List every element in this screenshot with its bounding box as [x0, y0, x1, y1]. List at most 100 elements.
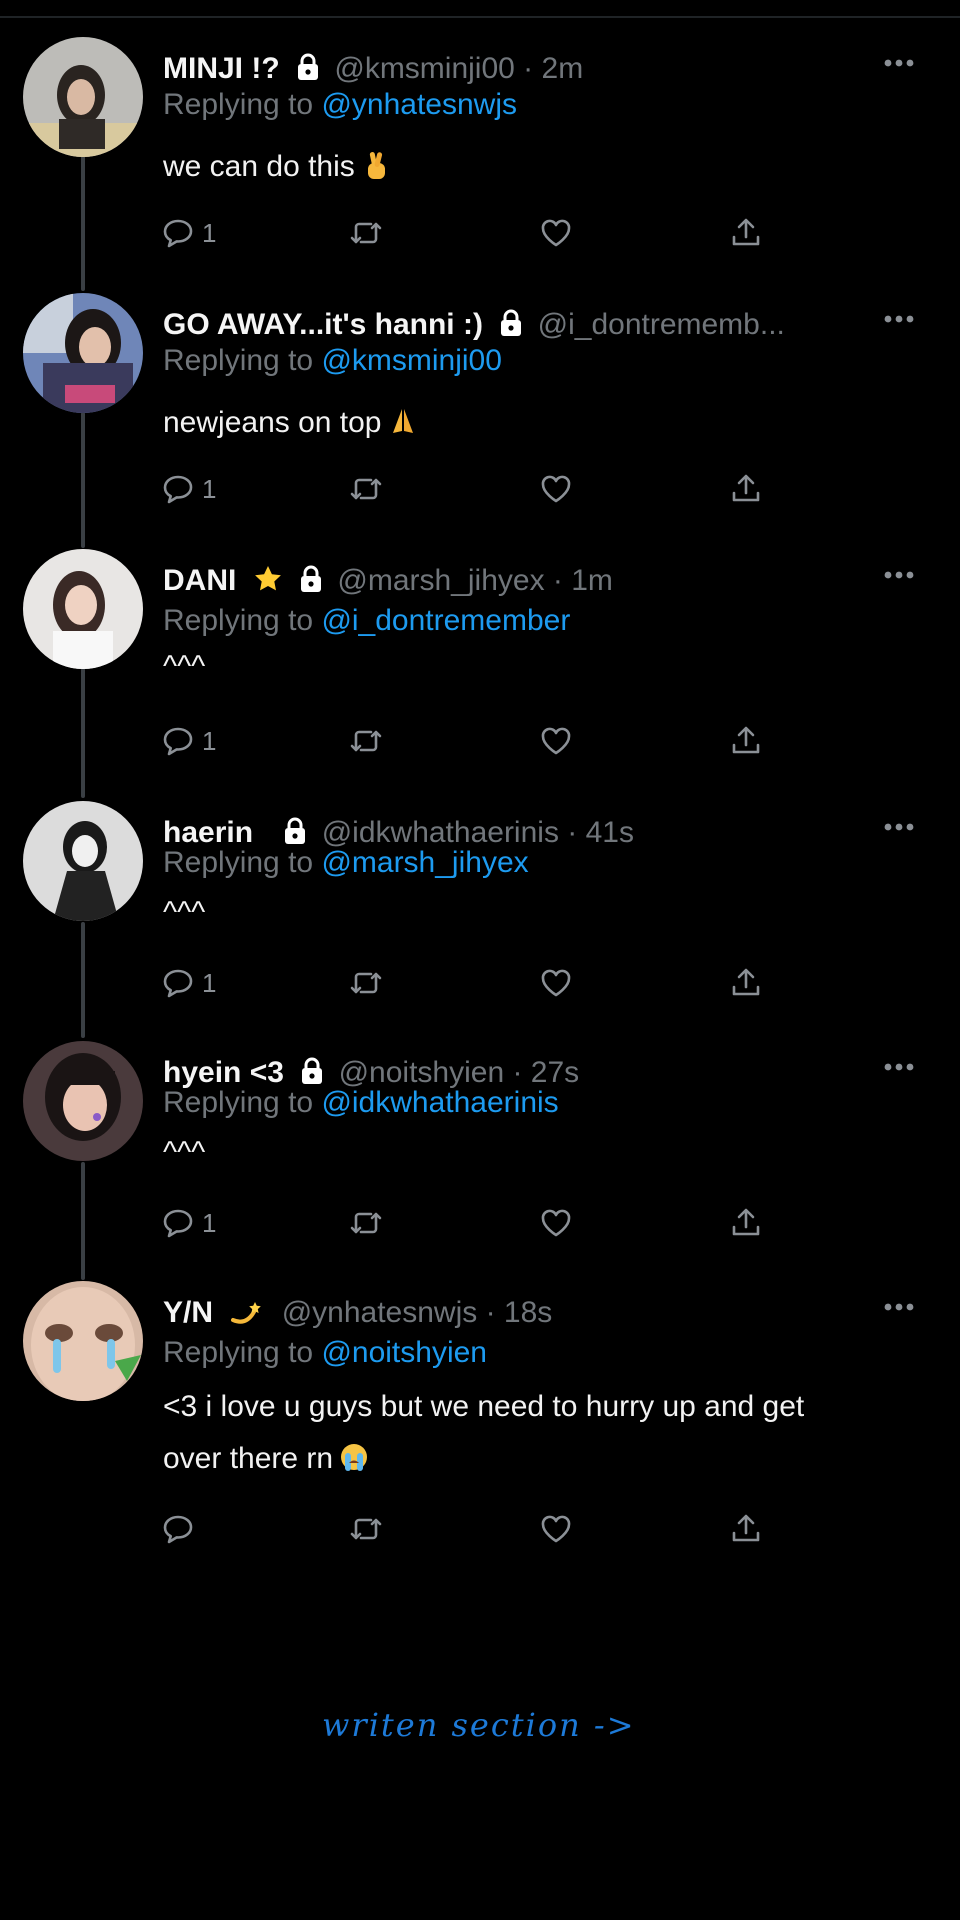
heart-icon [541, 727, 571, 755]
retweet-icon [350, 222, 382, 244]
heart-icon [541, 475, 571, 503]
more-options-icon[interactable] [884, 567, 914, 579]
reply-button[interactable]: 1 [160, 963, 216, 1003]
like-button[interactable] [538, 1203, 574, 1243]
tweet-text-content: newjeans on top [163, 406, 382, 439]
replying-to-handle[interactable]: @noitshyien [321, 1336, 487, 1369]
display-name[interactable]: GO AWAY...it's hanni :) [163, 308, 483, 341]
tweet-reply[interactable]: hyein <3 @noitshyien · 27s Replying to @… [0, 1041, 960, 1241]
tweet-reply[interactable]: DANI @marsh_jihyex · 1m Replying to @i_d… [0, 549, 960, 759]
heart-icon [541, 1209, 571, 1237]
like-button[interactable] [538, 721, 574, 761]
crossed-fingers-emoji-icon [361, 146, 391, 179]
star-emoji-icon [253, 564, 283, 594]
reply-count: 1 [202, 1207, 217, 1238]
tweet-text-line: over there rn [163, 1433, 923, 1485]
replying-to-line: Replying to @idkwhathaerinis [163, 1083, 559, 1123]
like-button[interactable] [538, 213, 574, 253]
tweet-header: GO AWAY...it's hanni :) @i_dontrememb... [163, 305, 868, 345]
display-name[interactable]: MINJI !? [163, 52, 280, 85]
loudly-crying-face-emoji-icon [339, 1438, 369, 1471]
tweet-text-content: ^^^ [163, 1136, 206, 1169]
tweet-reply[interactable]: Y/N @ynhatesnwjs · 18s Replying to @noit… [0, 1281, 960, 1551]
retweet-button[interactable] [348, 213, 384, 253]
share-button[interactable] [728, 469, 764, 509]
tweet-actions: 1 [160, 963, 780, 1003]
handle-and-time[interactable]: @kmsminji00 · 2m [334, 52, 583, 85]
tweet-reply[interactable]: MINJI !? @kmsminji00 · 2m Replying to @y… [0, 37, 960, 257]
lock-icon [300, 1056, 324, 1084]
more-options-icon[interactable] [884, 819, 914, 831]
share-button[interactable] [728, 1509, 764, 1549]
share-button[interactable] [728, 1203, 764, 1243]
handle-and-time[interactable]: @i_dontrememb... [538, 308, 785, 341]
reply-icon [163, 1515, 193, 1544]
reply-count: 1 [202, 967, 217, 998]
heart-icon [541, 1515, 571, 1543]
retweet-button[interactable] [348, 469, 384, 509]
replying-to-handle[interactable]: @marsh_jihyex [321, 846, 528, 879]
like-button[interactable] [538, 1509, 574, 1549]
heart-icon [541, 969, 571, 997]
display-name[interactable]: Y/N [163, 1296, 213, 1329]
avatar[interactable] [23, 1041, 143, 1161]
like-button[interactable] [538, 963, 574, 1003]
share-button[interactable] [728, 721, 764, 761]
reply-button[interactable]: 1 [160, 1203, 216, 1243]
reply-count: 1 [202, 217, 217, 248]
replying-to-line: Replying to @ynhatesnwjs [163, 85, 517, 125]
display-name[interactable]: DANI [163, 564, 236, 597]
replying-to-label: Replying to [163, 604, 314, 637]
reply-icon [163, 219, 193, 248]
more-options-icon[interactable] [884, 1059, 914, 1071]
more-options-icon[interactable] [884, 55, 914, 67]
like-button[interactable] [538, 469, 574, 509]
tweet-text-content: we can do this [163, 150, 355, 183]
avatar[interactable] [23, 1281, 143, 1401]
share-icon [732, 968, 760, 996]
tweet-actions [160, 1509, 780, 1549]
tweet-text: we can do this [163, 141, 923, 193]
tweet-reply[interactable]: haerin @idkwhathaerinis · 41s Replying t… [0, 801, 960, 1001]
lock-icon [299, 564, 323, 592]
more-options-icon[interactable] [884, 311, 914, 323]
tweet-text: <3 i love u guys but we need to hurry up… [163, 1381, 923, 1485]
replying-to-handle[interactable]: @ynhatesnwjs [321, 88, 517, 121]
more-options-icon[interactable] [884, 1299, 914, 1311]
tweet-reply[interactable]: GO AWAY...it's hanni :) @i_dontrememb...… [0, 293, 960, 513]
retweet-button[interactable] [348, 721, 384, 761]
avatar[interactable] [23, 801, 143, 921]
reply-button[interactable]: 1 [160, 469, 216, 509]
retweet-button[interactable] [348, 1509, 384, 1549]
lock-icon [296, 52, 320, 80]
share-icon [732, 474, 760, 502]
reply-button[interactable]: 1 [160, 721, 216, 761]
replying-to-handle[interactable]: @i_dontremember [321, 604, 570, 637]
tweet-actions: 1 [160, 1203, 780, 1243]
dizzy-emoji-icon [229, 1296, 263, 1326]
tweet-actions: 1 [160, 213, 780, 253]
lock-icon [499, 308, 523, 336]
tweet-text-content: ^^^ [163, 896, 206, 929]
replying-to-handle[interactable]: @idkwhathaerinis [321, 1086, 558, 1119]
retweet-button[interactable] [348, 1203, 384, 1243]
written-section-link[interactable]: writen section -> [322, 1706, 636, 1744]
replying-to-handle[interactable]: @kmsminji00 [321, 344, 501, 377]
reply-button[interactable] [160, 1509, 202, 1549]
reply-icon [163, 969, 193, 998]
handle-and-time[interactable]: @ynhatesnwjs · 18s [282, 1296, 553, 1329]
tweet-text: newjeans on top [163, 397, 923, 449]
avatar[interactable] [23, 549, 143, 669]
reply-icon [163, 1209, 193, 1238]
share-button[interactable] [728, 213, 764, 253]
handle-and-time[interactable]: @marsh_jihyex · 1m [337, 564, 613, 597]
avatar[interactable] [23, 293, 143, 413]
retweet-button[interactable] [348, 963, 384, 1003]
retweet-icon [350, 972, 382, 994]
avatar[interactable] [23, 37, 143, 157]
retweet-icon [350, 730, 382, 752]
reply-button[interactable]: 1 [160, 213, 216, 253]
reply-icon [163, 475, 193, 504]
share-button[interactable] [728, 963, 764, 1003]
reply-count: 1 [202, 473, 217, 504]
